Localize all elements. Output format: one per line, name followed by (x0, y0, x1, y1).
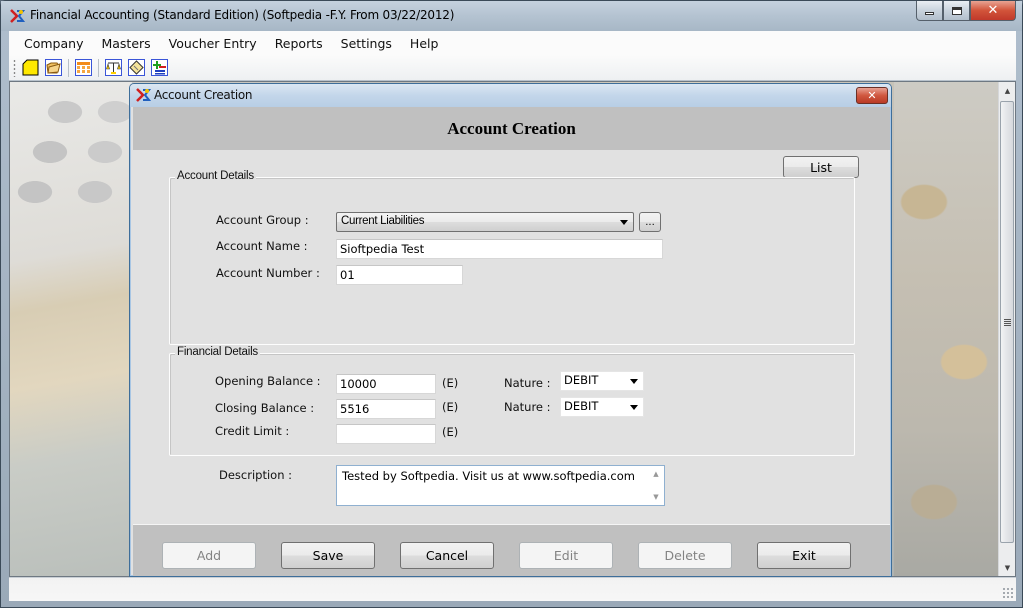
closing-balance-label: Closing Balance : (215, 401, 315, 415)
opening-balance-suffix: (E) (442, 376, 459, 390)
account-name-label: Account Name : (216, 239, 308, 253)
background-image-calculator (10, 82, 132, 576)
window-title: Financial Accounting (Standard Edition) … (30, 8, 455, 22)
add-remove-icon (150, 59, 168, 76)
dialog-footer: Add Save Cancel Edit Delete Exit (133, 524, 890, 576)
browse-account-group-button[interactable]: ... (639, 212, 661, 232)
toolbar-add-remove-button[interactable] (150, 59, 168, 77)
chevron-down-icon (630, 379, 638, 384)
menu-company[interactable]: Company (15, 36, 92, 51)
toolbar-separator (98, 58, 99, 77)
close-icon: ✕ (987, 3, 999, 18)
maximize-button[interactable] (943, 1, 970, 21)
add-button[interactable]: Add (162, 542, 256, 569)
menu-masters[interactable]: Masters (92, 36, 159, 51)
toolbar-grip[interactable] (13, 58, 16, 77)
toolbar-separator (68, 58, 69, 77)
arrow-down-icon[interactable]: ▼ (653, 493, 658, 501)
vertical-scrollbar[interactable]: ▲ ▼ (998, 82, 1015, 576)
arrow-down-icon: ▼ (1004, 563, 1011, 572)
account-group-label: Account Group : (216, 213, 309, 227)
menu-voucher-entry[interactable]: Voucher Entry (160, 36, 266, 51)
account-details-legend: Account Details (175, 170, 256, 182)
ledger-note-icon (127, 59, 145, 76)
account-details-group: Account Details Account Group : Current … (169, 170, 855, 345)
toolbar-open-button[interactable] (44, 59, 62, 77)
dialog-title-bar[interactable]: Account Creation ✕ (130, 84, 891, 107)
chevron-down-icon (630, 405, 638, 410)
chevron-down-icon (620, 220, 628, 225)
minimize-button[interactable] (916, 1, 943, 21)
credit-limit-input[interactable] (336, 424, 436, 444)
dialog-body: List Account Details Account Group : Cur… (133, 150, 890, 522)
page-title: Account Creation (447, 119, 576, 138)
account-group-value: Current Liabilities (341, 215, 425, 227)
credit-limit-label: Credit Limit : (215, 424, 290, 438)
closing-nature-select[interactable]: DEBIT (560, 397, 644, 417)
opening-nature-select[interactable]: DEBIT (560, 371, 644, 391)
arrow-up-icon[interactable]: ▲ (653, 470, 658, 478)
closing-nature-value: DEBIT (564, 399, 599, 413)
closing-balance-suffix: (E) (442, 400, 459, 414)
account-creation-dialog: Account Creation ✕ Account Creation List… (129, 83, 892, 577)
opening-nature-label: Nature : (504, 376, 551, 390)
toolbar (9, 55, 1016, 81)
toolbar-new-button[interactable] (21, 59, 39, 77)
opening-balance-label: Opening Balance : (215, 374, 321, 388)
background-image-keys (894, 82, 998, 576)
closing-nature-label: Nature : (504, 400, 551, 414)
toolbar-balance-button[interactable] (104, 59, 122, 77)
scroll-down-button[interactable]: ▼ (999, 559, 1015, 576)
description-value: Tested by Softpedia. Visit us at www.sof… (342, 469, 635, 483)
financial-details-group: Financial Details Opening Balance : 1000… (169, 346, 855, 456)
open-folder-icon (44, 59, 62, 76)
description-textarea[interactable]: Tested by Softpedia. Visit us at www.sof… (336, 465, 665, 506)
close-icon: ✕ (867, 89, 877, 102)
dialog-close-button[interactable]: ✕ (856, 87, 888, 104)
account-group-select[interactable]: Current Liabilities (336, 212, 634, 232)
save-button[interactable]: Save (281, 542, 375, 569)
menu-help[interactable]: Help (401, 36, 448, 51)
delete-button[interactable]: Delete (638, 542, 732, 569)
arrow-up-icon: ▲ (1004, 86, 1011, 95)
exit-button[interactable]: Exit (757, 542, 851, 569)
account-number-label: Account Number : (216, 266, 320, 280)
account-number-input[interactable]: 01 (336, 265, 463, 285)
closing-balance-input[interactable]: 5516 (336, 399, 436, 419)
menu-reports[interactable]: Reports (266, 36, 332, 51)
toolbar-grid-button[interactable] (74, 59, 92, 77)
list-button[interactable]: List (783, 156, 859, 178)
grip-icon (1003, 318, 1011, 326)
credit-limit-suffix: (E) (442, 425, 459, 439)
opening-balance-input[interactable]: 10000 (336, 374, 436, 394)
minimize-icon (925, 12, 934, 15)
scroll-up-button[interactable]: ▲ (999, 82, 1015, 99)
menu-bar: Company Masters Voucher Entry Reports Se… (9, 31, 1016, 55)
new-document-icon (22, 59, 38, 76)
status-bar (9, 577, 1016, 601)
resize-grip-icon[interactable] (1002, 587, 1014, 599)
cancel-button[interactable]: Cancel (400, 542, 494, 569)
description-scrollbar[interactable]: ▲ ▼ (649, 467, 663, 504)
description-label: Description : (219, 468, 293, 482)
financial-details-legend: Financial Details (175, 346, 260, 358)
app-logo-icon (10, 9, 25, 23)
account-name-input[interactable]: Sioftpedia Test (336, 239, 663, 259)
menu-settings[interactable]: Settings (332, 36, 401, 51)
toolbar-ledger-button[interactable] (127, 59, 145, 77)
table-grid-icon (74, 59, 92, 76)
edit-button[interactable]: Edit (519, 542, 613, 569)
dialog-header: Account Creation (133, 107, 890, 150)
maximize-icon (951, 6, 962, 15)
title-bar[interactable]: Financial Accounting (Standard Edition) … (1, 1, 1022, 31)
scrollbar-thumb[interactable] (1000, 101, 1014, 543)
balance-scale-icon (104, 59, 122, 76)
close-button[interactable]: ✕ (970, 1, 1016, 21)
opening-nature-value: DEBIT (564, 373, 599, 387)
dialog-title: Account Creation (154, 88, 253, 102)
app-logo-icon (136, 88, 151, 102)
